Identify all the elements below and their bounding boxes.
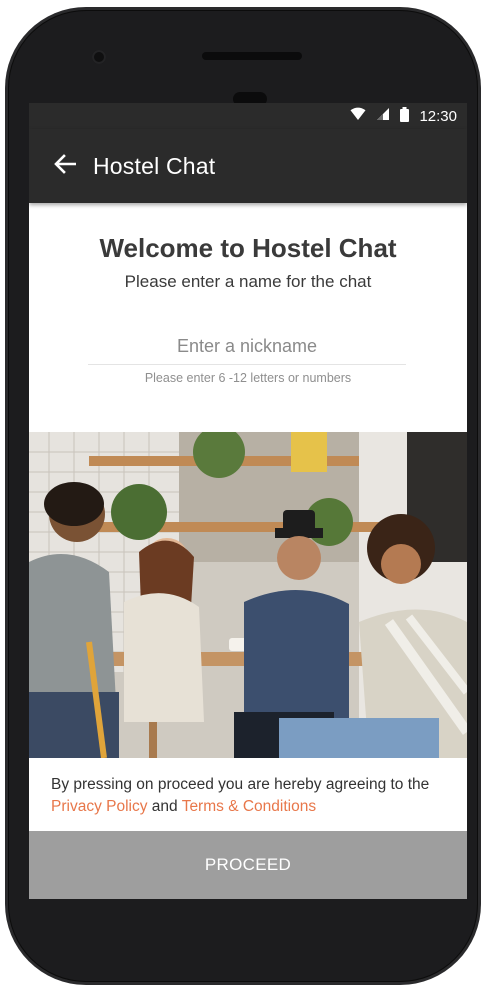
status-bar: 12:30: [29, 103, 467, 129]
arrow-left-icon: [54, 153, 77, 179]
battery-icon: [400, 106, 410, 126]
earpiece-speaker: [202, 52, 302, 60]
nickname-input[interactable]: [88, 329, 406, 365]
privacy-policy-link[interactable]: Privacy Policy: [51, 798, 147, 815]
signal-icon: [376, 107, 390, 125]
back-button[interactable]: [51, 152, 79, 180]
nickname-hint: Please enter 6 -12 letters or numbers: [144, 371, 352, 385]
consent-text: By pressing on proceed you are hereby ag…: [51, 774, 451, 818]
terms-conditions-link[interactable]: Terms & Conditions: [182, 798, 316, 815]
status-time: 12:30: [419, 107, 457, 125]
app-title: Hostel Chat: [93, 152, 216, 179]
welcome-title: Welcome to Hostel Chat: [99, 233, 397, 263]
consent-joiner: and: [151, 798, 178, 815]
front-camera: [92, 50, 106, 64]
hero-photo-friends-cafe: [29, 432, 467, 758]
app-screen: 12:30 Hostel Chat Welcome to Hostel Chat…: [29, 103, 467, 899]
consent-prefix: By pressing on proceed you are hereby ag…: [51, 776, 430, 793]
proceed-button[interactable]: PROCEED: [29, 831, 467, 899]
app-bar: Hostel Chat: [29, 129, 467, 203]
wifi-icon: [350, 107, 366, 125]
welcome-subtitle: Please enter a name for the chat: [124, 272, 372, 291]
